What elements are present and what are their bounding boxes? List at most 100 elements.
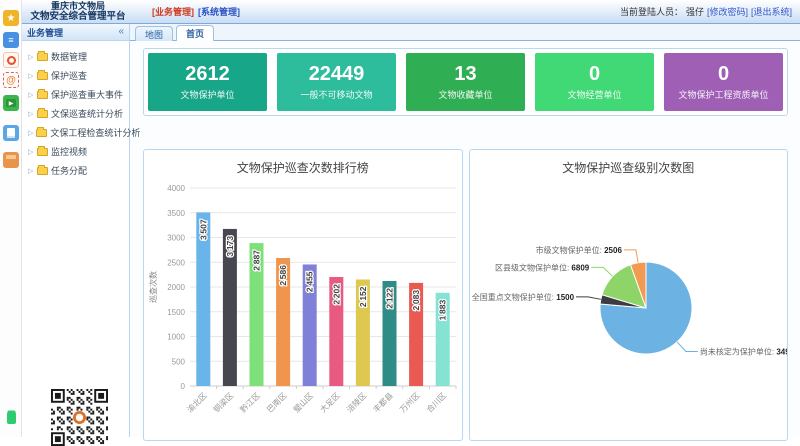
stat-cards-panel: 2612 文物保护单位 22449 一般不可移动文物 13 文物收藏单位 0 文… xyxy=(143,48,788,116)
nav-system-management[interactable]: [系统管理] xyxy=(198,5,240,18)
sidebar-item-major-events[interactable]: ▷ 保护巡查重大事件 xyxy=(28,85,129,104)
battery-body-icon xyxy=(7,412,16,424)
folder-icon xyxy=(37,110,48,118)
svg-text:2 455: 2 455 xyxy=(305,271,315,292)
star-icon[interactable]: ★ xyxy=(3,10,19,26)
sidebar-item-label: 保护巡查重大事件 xyxy=(51,88,123,101)
svg-text:3 507: 3 507 xyxy=(199,219,209,240)
sidebar-item-data-management[interactable]: ▷ 数据管理 xyxy=(28,47,129,66)
pie-chart[interactable]: 尚未核定为保护单位: 34981全国重点文物保护单位: 1500区县级文物保护单… xyxy=(470,176,789,430)
weibo-icon[interactable] xyxy=(3,52,19,68)
collapse-sidebar-icon[interactable]: « xyxy=(118,27,124,37)
platform-name: 文物安全综合管理平台 xyxy=(22,12,134,22)
stat-card-immovable-relics[interactable]: 22449 一般不可移动文物 xyxy=(277,53,396,111)
expand-arrow-icon[interactable]: ▷ xyxy=(28,129,33,137)
tab-map[interactable]: 地图 xyxy=(135,26,173,41)
stat-label: 文物经营单位 xyxy=(567,88,621,101)
sidebar-tree: ▷ 数据管理 ▷ 保护巡查 ▷ 保护巡查重大事件 ▷文保巡查统计分析 ▷文保工程检查统… xyxy=(22,41,129,180)
expand-arrow-icon[interactable]: ▷ xyxy=(28,53,34,61)
svg-text:2500: 2500 xyxy=(167,258,185,267)
box-flap-icon xyxy=(6,155,16,159)
bar-chart[interactable]: 05001000150020002500300035004000巡查次数3 50… xyxy=(144,176,461,430)
user-info: 当前登陆人员： 强仔 [修改密码] [退出系统] xyxy=(620,5,792,18)
sidebar-item-label: 数据管理 xyxy=(51,50,87,63)
news-icon[interactable]: ≡ xyxy=(3,32,19,48)
bar-chart-title: 文物保护巡查次数排行榜 xyxy=(144,159,462,176)
folder-icon xyxy=(37,53,48,61)
svg-text:渝北区: 渝北区 xyxy=(185,390,209,414)
tab-home[interactable]: 首页 xyxy=(176,25,214,41)
sidebar-header: 业务管理 « xyxy=(22,24,129,41)
stat-value: 13 xyxy=(454,63,476,86)
sidebar: 业务管理 « ▷ 数据管理 ▷ 保护巡查 ▷ 保护巡查重大事件 ▷文保巡查统计分析 ▷… xyxy=(22,24,130,437)
play-icon: ▶ xyxy=(6,99,16,107)
svg-text:500: 500 xyxy=(172,357,186,366)
expand-arrow-icon[interactable]: ▷ xyxy=(28,72,34,80)
svg-text:2 152: 2 152 xyxy=(358,286,368,307)
expand-arrow-icon[interactable]: ▷ xyxy=(28,110,34,118)
top-header: 重庆市文物局 文物安全综合管理平台 [业务管理] [系统管理] 当前登陆人员： … xyxy=(22,0,800,24)
svg-text:3 173: 3 173 xyxy=(225,236,235,257)
expand-arrow-icon[interactable]: ▷ xyxy=(28,91,34,99)
expand-arrow-icon[interactable]: ▷ xyxy=(28,148,34,156)
svg-text:1 883: 1 883 xyxy=(438,300,448,321)
tab-bar: 地图 首页 xyxy=(130,24,800,41)
svg-text:万州区: 万州区 xyxy=(398,391,421,414)
svg-text:尚未核定为保护单位: 34981: 尚未核定为保护单位: 34981 xyxy=(699,346,788,356)
sidebar-title: 业务管理 xyxy=(27,26,118,39)
svg-text:3500: 3500 xyxy=(167,209,185,218)
box-icon[interactable] xyxy=(3,152,19,168)
pie-chart-title: 文物保护巡查级别次数图 xyxy=(470,159,788,176)
bar-chart-panel: 文物保护巡查次数排行榜 0500100015002000250030003500… xyxy=(143,149,463,441)
stat-value: 0 xyxy=(718,63,729,86)
charts-row: 文物保护巡查次数排行榜 0500100015002000250030003500… xyxy=(143,149,788,441)
document-icon[interactable] xyxy=(3,125,19,141)
user-prefix-label: 当前登陆人员： xyxy=(620,5,683,18)
folder-icon xyxy=(37,148,48,156)
tv-play-icon[interactable]: ▶ xyxy=(3,95,19,111)
stat-label: 文物收藏单位 xyxy=(438,88,492,101)
svg-text:市级文物保护单位: 2506: 市级文物保护单位: 2506 xyxy=(535,245,622,255)
svg-text:璧山区: 璧山区 xyxy=(291,390,315,414)
stat-value: 22449 xyxy=(309,63,365,86)
svg-text:丰都县: 丰都县 xyxy=(371,390,395,414)
svg-text:4000: 4000 xyxy=(167,184,185,193)
svg-text:全国重点文物保护单位: 1500: 全国重点文物保护单位: 1500 xyxy=(471,292,574,302)
page-icon xyxy=(7,128,15,138)
stat-label: 文物保护工程资质单位 xyxy=(678,88,768,101)
change-password-link[interactable]: [修改密码] xyxy=(707,5,748,18)
svg-text:2 586: 2 586 xyxy=(278,265,288,286)
stat-value: 2612 xyxy=(185,63,230,86)
sidebar-item-surveillance-video[interactable]: ▷ 监控视频 xyxy=(28,142,129,161)
sidebar-item-protection-patrol[interactable]: ▷ 保护巡查 xyxy=(28,66,129,85)
stat-card-business-units[interactable]: 0 文物经营单位 xyxy=(535,53,654,111)
stat-card-protection-units[interactable]: 2612 文物保护单位 xyxy=(148,53,267,111)
main-area: 地图 首页 2612 文物保护单位 22449 一般不可移动文物 13 文物收藏… xyxy=(130,24,800,437)
sidebar-item-project-inspection-statistics[interactable]: ▷文保工程检查统计分析 xyxy=(28,123,129,142)
top-nav: [业务管理] [系统管理] xyxy=(152,5,240,18)
sidebar-item-patrol-statistics[interactable]: ▷文保巡查统计分析 xyxy=(28,104,129,123)
sidebar-item-task-allocation[interactable]: ▷任务分配 xyxy=(28,161,129,180)
nav-business-management[interactable]: [业务管理] xyxy=(152,5,194,18)
dashboard-content: 2612 文物保护单位 22449 一般不可移动文物 13 文物收藏单位 0 文… xyxy=(130,41,800,437)
svg-text:巡查次数: 巡查次数 xyxy=(148,271,158,303)
pie-chart-panel: 文物保护巡查级别次数图 尚未核定为保护单位: 34981 全国重点文物保护单位: … xyxy=(469,149,789,441)
svg-text:2 083: 2 083 xyxy=(411,290,421,311)
user-name: 强仔 xyxy=(686,5,704,18)
expand-arrow-icon[interactable]: ▷ xyxy=(28,167,34,175)
svg-text:涪陵区: 涪陵区 xyxy=(345,390,369,414)
svg-text:2000: 2000 xyxy=(167,283,185,292)
sidebar-item-label: 保护巡查 xyxy=(51,69,87,82)
stat-label: 一般不可移动文物 xyxy=(300,88,372,101)
svg-text:铜梁区: 铜梁区 xyxy=(212,390,236,414)
sidebar-item-label: 监控视频 xyxy=(51,145,87,158)
brand: 重庆市文物局 文物安全综合管理平台 xyxy=(22,1,134,22)
svg-text:2 122: 2 122 xyxy=(385,288,395,309)
stat-card-collection-units[interactable]: 13 文物收藏单位 xyxy=(406,53,525,111)
logout-link[interactable]: [退出系统] xyxy=(751,5,792,18)
dock-strip: ★ ≡ @ ▶ xyxy=(0,0,22,437)
stat-card-qualification-units[interactable]: 0 文物保护工程资质单位 xyxy=(664,53,783,111)
folder-icon xyxy=(36,129,47,137)
at-mail-icon[interactable]: @ xyxy=(3,72,19,88)
battery-icon[interactable] xyxy=(3,410,19,426)
